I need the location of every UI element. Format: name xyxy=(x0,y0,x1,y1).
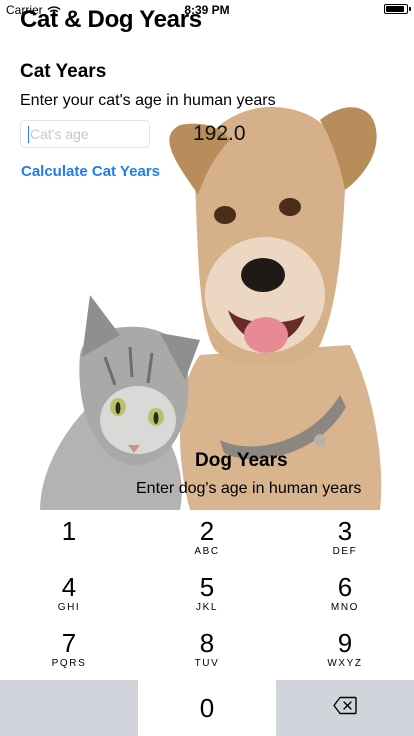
cat-age-input[interactable]: Cat's age xyxy=(20,120,150,148)
cat-left-pupil xyxy=(115,402,121,414)
key-6[interactable]: 6 MNO xyxy=(276,566,414,622)
cat-years-result: 192.0 xyxy=(193,122,246,145)
key-digit: 1 xyxy=(61,516,77,546)
key-digit: 3 xyxy=(337,516,353,546)
numeric-keypad: 1 2 ABC 3 DEF 4 GHI 5 JKL 6 MNO 7 PQRS 8… xyxy=(0,510,414,736)
battery-level xyxy=(386,6,404,12)
app-title: Cat & Dog Years xyxy=(20,6,202,33)
dog-tongue xyxy=(244,317,288,353)
battery-cap xyxy=(409,7,411,11)
key-digit: 9 xyxy=(337,628,353,658)
key-digit: 0 xyxy=(199,693,215,723)
dog-nose xyxy=(241,258,285,292)
dog-collar-tag xyxy=(314,434,326,446)
key-2[interactable]: 2 ABC xyxy=(138,510,276,566)
backspace-icon xyxy=(333,696,357,720)
key-letters: TUV xyxy=(194,658,220,669)
cat-prompt: Enter your cat's age in human years xyxy=(20,92,276,109)
battery-icon xyxy=(384,4,411,14)
key-9[interactable]: 9 WXYZ xyxy=(276,622,414,678)
key-5[interactable]: 5 JKL xyxy=(138,566,276,622)
key-digit: 6 xyxy=(337,572,353,602)
cat-face xyxy=(100,386,176,454)
key-7[interactable]: 7 PQRS xyxy=(0,622,138,678)
dog-right-eye xyxy=(279,198,301,216)
key-digit: 5 xyxy=(199,572,215,602)
key-letters: PQRS xyxy=(51,658,87,669)
key-1[interactable]: 1 xyxy=(0,510,138,566)
key-digit: 2 xyxy=(199,516,215,546)
key-3[interactable]: 3 DEF xyxy=(276,510,414,566)
key-letters: DEF xyxy=(332,546,358,557)
key-digit: 4 xyxy=(61,572,77,602)
cat-age-placeholder: Cat's age xyxy=(30,126,89,142)
cat-section-title: Cat Years xyxy=(20,61,107,82)
cat-right-pupil xyxy=(153,412,159,424)
key-digit: 7 xyxy=(61,628,77,658)
dog-prompt: Enter dog's age in human years xyxy=(136,480,362,497)
dog-left-eye xyxy=(214,206,236,224)
key-4[interactable]: 4 GHI xyxy=(0,566,138,622)
key-blank xyxy=(0,680,138,736)
text-cursor xyxy=(28,125,29,143)
key-letters: JKL xyxy=(195,602,219,613)
key-8[interactable]: 8 TUV xyxy=(138,622,276,678)
key-letters: GHI xyxy=(57,602,81,613)
cat-dog-illustration xyxy=(40,106,382,510)
calculate-cat-years-button[interactable]: Calculate Cat Years xyxy=(21,163,160,180)
key-letters: ABC xyxy=(194,546,220,557)
key-letters: MNO xyxy=(330,602,360,613)
key-0[interactable]: 0 xyxy=(138,680,276,736)
key-letters: WXYZ xyxy=(327,658,363,669)
key-digit: 8 xyxy=(199,628,215,658)
dog-section-title: Dog Years xyxy=(195,450,288,471)
delete-key[interactable] xyxy=(276,680,414,736)
